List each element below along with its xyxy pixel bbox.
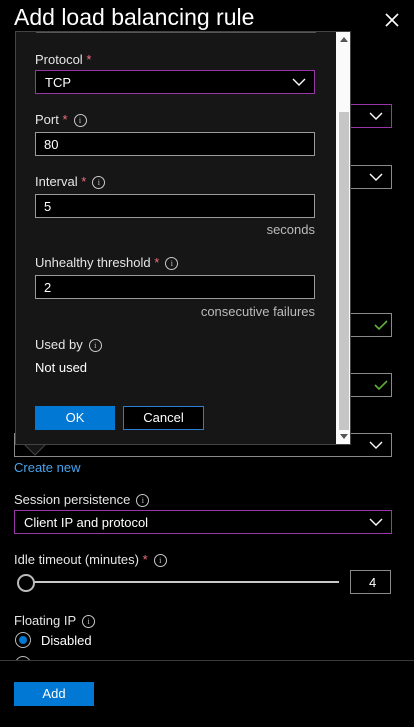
scroll-down-icon[interactable] [339, 433, 349, 441]
unhealthy-threshold-input[interactable]: 2 [35, 275, 315, 299]
idle-timeout-input[interactable]: 4 [350, 570, 391, 594]
close-icon[interactable] [380, 8, 404, 32]
popup-caret [24, 444, 46, 456]
chevron-down-icon [292, 78, 306, 86]
floating-ip-disabled-radio[interactable] [15, 632, 31, 648]
ok-button[interactable]: OK [35, 406, 115, 430]
used-by-value: Not used [35, 360, 88, 375]
chevron-down-icon [369, 112, 383, 120]
session-persistence-value: Client IP and protocol [24, 515, 149, 530]
interval-input[interactable]: 5 [35, 194, 315, 218]
session-persistence-label: Session persistence i [14, 492, 150, 507]
unhealthy-threshold-unit: consecutive failures [200, 304, 315, 319]
cancel-button[interactable]: Cancel [123, 406, 204, 430]
info-icon[interactable]: i [82, 615, 96, 628]
session-persistence-select[interactable]: Client IP and protocol [14, 510, 392, 534]
scrollbar-thumb[interactable] [339, 112, 349, 430]
protocol-value: TCP [45, 75, 71, 90]
chevron-down-icon [369, 441, 383, 449]
checkmark-icon [374, 320, 388, 330]
checkmark-icon [374, 380, 388, 390]
info-icon[interactable]: i [92, 176, 106, 189]
chevron-down-icon [369, 173, 383, 181]
health-probe-popup: Protocol * TCP Port * i 80 Interval * i 5 … [15, 31, 351, 445]
port-label: Port * i [35, 112, 87, 127]
interval-label: Interval * i [35, 174, 106, 189]
idle-timeout-slider-track[interactable] [25, 581, 339, 583]
info-icon[interactable]: i [153, 554, 167, 567]
popup-top-divider [36, 32, 316, 33]
floating-ip-label: Floating IP i [14, 613, 96, 628]
info-icon[interactable]: i [73, 114, 87, 127]
info-icon[interactable]: i [88, 339, 102, 352]
chevron-down-icon [369, 518, 383, 526]
floating-ip-disabled-label[interactable]: Disabled [41, 633, 92, 648]
protocol-select[interactable]: TCP [35, 70, 315, 94]
protocol-label: Protocol * [35, 52, 92, 67]
unhealthy-threshold-label: Unhealthy threshold * i [35, 255, 179, 270]
add-button[interactable]: Add [14, 682, 94, 706]
idle-timeout-label: Idle timeout (minutes) * i [14, 552, 167, 567]
info-icon[interactable]: i [136, 494, 150, 507]
create-new-link[interactable]: Create new [14, 460, 80, 475]
info-icon[interactable]: i [165, 257, 179, 270]
idle-timeout-slider-thumb[interactable] [17, 574, 35, 592]
page-title: Add load balancing rule [14, 4, 255, 30]
interval-unit: seconds [266, 222, 315, 237]
port-input[interactable]: 80 [35, 132, 315, 156]
used-by-label: Used by i [35, 337, 102, 352]
scroll-up-icon[interactable] [339, 35, 349, 43]
